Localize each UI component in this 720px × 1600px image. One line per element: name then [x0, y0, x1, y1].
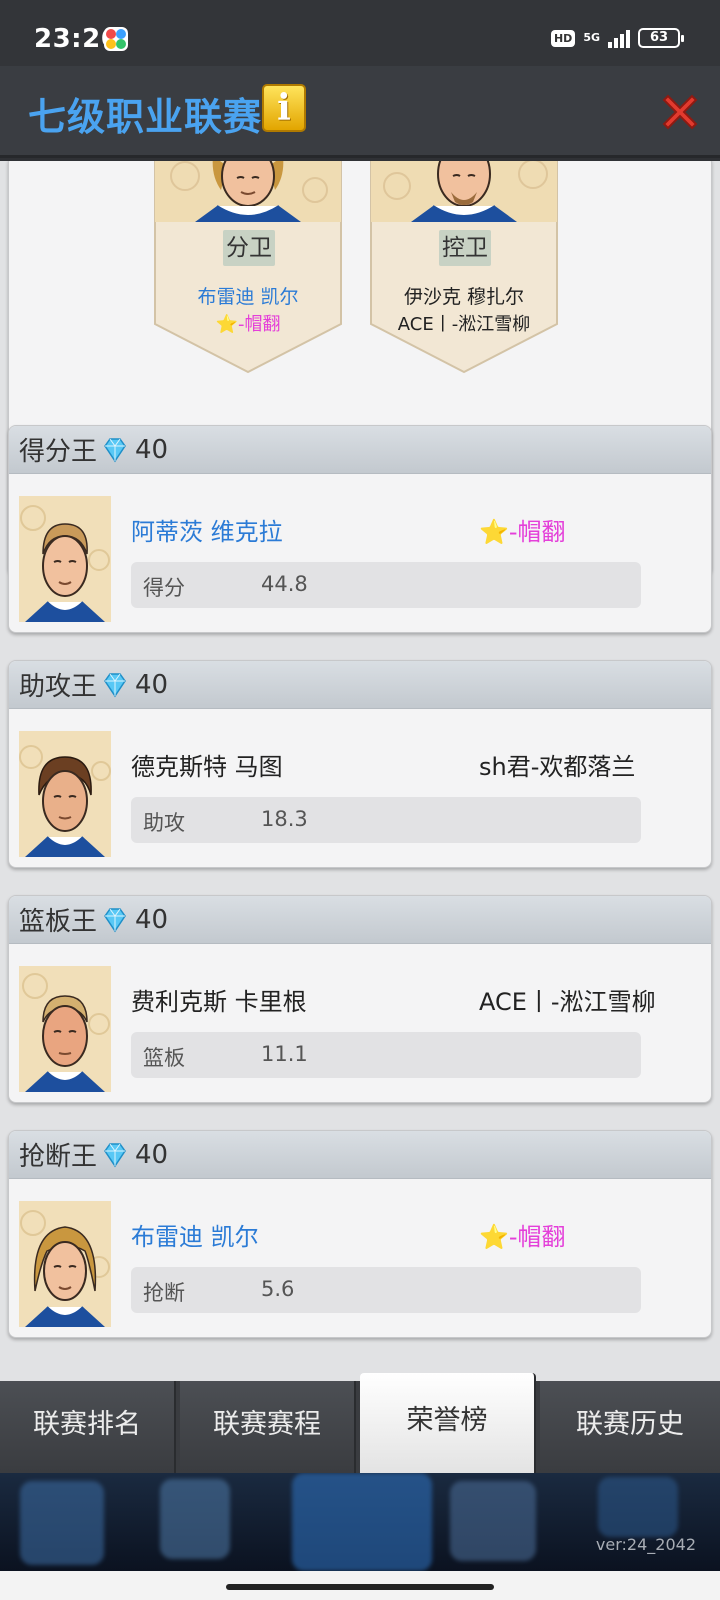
status-bar: 23:26 HD 5G 63 [0, 0, 720, 66]
stat-bar: 助攻 18.3 [131, 797, 641, 843]
network-label: 5G [583, 31, 600, 44]
diamond-icon [104, 907, 126, 932]
bottom-tabbar: 联赛排名 联赛赛程 荣誉榜 联赛历史 [0, 1373, 720, 1473]
award-reward: 40 [135, 434, 169, 465]
stat-value: 18.3 [261, 807, 308, 831]
game-nav-icon [20, 1481, 104, 1565]
position-card[interactable]: 控卫 伊沙克 穆扎尔 ACE丨-淞江雪柳 [369, 161, 559, 378]
player-portrait [383, 161, 548, 222]
player-portrait [19, 966, 111, 1092]
award-title: 助攻王 [19, 672, 98, 702]
diamond-icon [104, 437, 126, 462]
award-card-scoring[interactable]: 得分王 40 阿蒂茨 维克拉 ⭐-帽翻 得分 44.8 [8, 425, 712, 633]
award-player-name[interactable]: 费利克斯 卡里根 [131, 982, 307, 1017]
position-team: ACE丨-淞江雪柳 [369, 310, 559, 336]
stat-label: 抢断 [143, 1281, 185, 1305]
star-icon: ⭐ [479, 518, 509, 546]
player-portrait [19, 1201, 111, 1327]
version-label: ver:24_2042 [595, 1535, 696, 1554]
app-notification-icon [104, 27, 128, 51]
game-nav-icon [450, 1481, 536, 1561]
home-gesture-bar[interactable] [226, 1584, 494, 1590]
award-team: ⭐-帽翻 [479, 1217, 566, 1252]
star-icon: ⭐ [215, 314, 238, 335]
player-portrait [19, 731, 111, 857]
hd-badge: HD [550, 29, 576, 47]
award-team: ⭐-帽翻 [479, 512, 566, 547]
game-nav-bar: ver:24_2042 [0, 1473, 720, 1571]
signal-icon [608, 28, 630, 48]
team-name: ACE丨-淞江雪柳 [479, 988, 656, 1016]
award-header: 篮板王 40 [9, 896, 711, 944]
team-name: sh君-欢都落兰 [479, 753, 636, 781]
stat-label: 得分 [143, 576, 185, 600]
award-team: ACE丨-淞江雪柳 [479, 982, 656, 1017]
stat-bar: 篮板 11.1 [131, 1032, 641, 1078]
award-title: 篮板王 [19, 907, 98, 937]
stat-bar: 得分 44.8 [131, 562, 641, 608]
award-player-name[interactable]: 德克斯特 马图 [131, 747, 283, 782]
position-player-name: 布雷迪 凯尔 [197, 286, 299, 308]
player-portrait [19, 496, 111, 622]
award-reward: 40 [135, 904, 169, 935]
stat-value: 11.1 [261, 1042, 308, 1066]
position-label: 分卫 [223, 230, 275, 266]
position-label: 控卫 [439, 230, 491, 266]
team-name: -帽翻 [508, 1223, 566, 1251]
team-name: ACE丨-淞江雪柳 [397, 314, 531, 335]
award-title: 得分王 [19, 437, 98, 467]
award-header: 抢断王 40 [9, 1131, 711, 1179]
stat-bar: 抢断 5.6 [131, 1267, 641, 1313]
tab-league-ranking[interactable]: 联赛排名 [0, 1381, 176, 1473]
award-reward: 40 [135, 669, 169, 700]
honor-content[interactable]: 分卫 布雷迪 凯尔 ⭐-帽翻 控卫 伊沙克 穆扎尔 ACE丨-淞江雪柳 得分王 … [0, 161, 720, 1381]
stat-label: 助攻 [143, 811, 185, 835]
tab-league-history[interactable]: 联赛历史 [540, 1381, 720, 1473]
award-card-assists[interactable]: 助攻王 40 德克斯特 马图 sh君-欢都落兰 助攻 18.3 [8, 660, 712, 868]
game-nav-icon [598, 1477, 678, 1537]
award-header: 得分王 40 [9, 426, 711, 474]
stat-label: 篮板 [143, 1046, 185, 1070]
diamond-icon [104, 672, 126, 697]
award-player-name[interactable]: 布雷迪 凯尔 [131, 1217, 259, 1252]
game-nav-icon [292, 1473, 432, 1571]
team-name: -帽翻 [508, 518, 566, 546]
tab-league-schedule[interactable]: 联赛赛程 [180, 1381, 356, 1473]
status-indicators: HD 5G 63 [550, 28, 684, 48]
position-team: ⭐-帽翻 [153, 310, 343, 336]
app-header: 七级职业联赛 i [0, 66, 720, 158]
award-title: 抢断王 [19, 1142, 98, 1172]
award-card-steals[interactable]: 抢断王 40 布雷迪 凯尔 ⭐-帽翻 抢断 5.6 [8, 1130, 712, 1338]
game-nav-icon [160, 1479, 230, 1559]
star-icon: ⭐ [479, 1223, 509, 1251]
gesture-area [0, 1571, 720, 1600]
position-card[interactable]: 分卫 布雷迪 凯尔 ⭐-帽翻 [153, 161, 343, 378]
position-player-name: 伊沙克 穆扎尔 [403, 286, 525, 308]
stat-value: 44.8 [261, 572, 308, 596]
award-card-rebounds[interactable]: 篮板王 40 费利克斯 卡里根 ACE丨-淞江雪柳 篮板 11.1 [8, 895, 712, 1103]
award-player-name[interactable]: 阿蒂茨 维克拉 [131, 512, 283, 547]
stat-value: 5.6 [261, 1277, 295, 1301]
tab-honor-roll[interactable]: 荣誉榜 [360, 1373, 536, 1473]
page-title: 七级职业联赛 [28, 95, 263, 139]
player-portrait [170, 161, 328, 222]
award-team: sh君-欢都落兰 [479, 747, 635, 782]
close-icon[interactable] [658, 90, 702, 134]
team-name: -帽翻 [237, 314, 281, 335]
award-header: 助攻王 40 [9, 661, 711, 709]
battery-icon: 63 [638, 28, 684, 48]
diamond-icon [104, 1142, 126, 1167]
info-icon[interactable]: i [262, 84, 306, 132]
award-reward: 40 [135, 1139, 169, 1170]
